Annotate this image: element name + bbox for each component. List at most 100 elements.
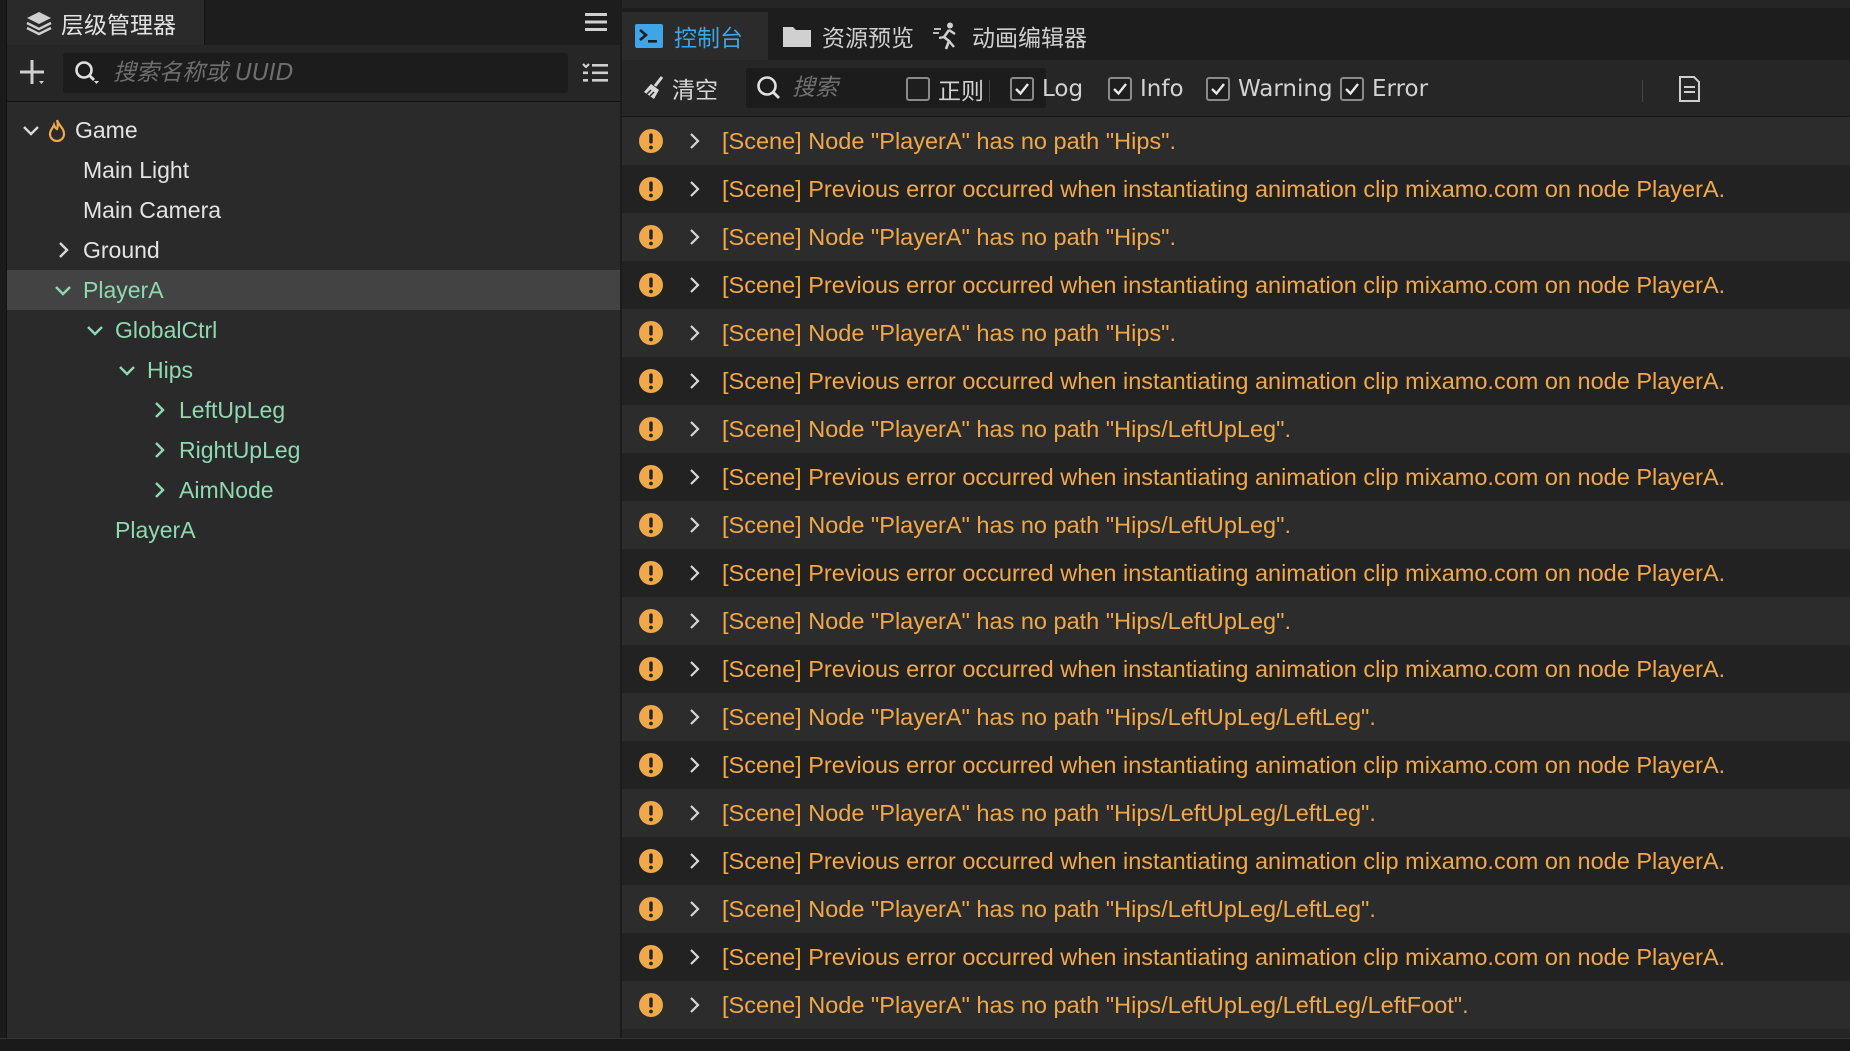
chevron-right-icon[interactable] xyxy=(684,707,704,727)
tree-node-label: Main Light xyxy=(83,156,190,183)
chevron-right-icon[interactable] xyxy=(684,227,704,247)
checkmark-icon xyxy=(1010,77,1034,101)
warning-icon xyxy=(639,657,663,681)
hierarchy-search-input[interactable] xyxy=(111,59,555,87)
tree-node-label: PlayerA xyxy=(83,276,164,303)
tree-node[interactable]: RightUpLeg xyxy=(7,430,620,470)
chevron-down-icon[interactable] xyxy=(85,320,105,340)
tree-node[interactable]: Ground xyxy=(7,230,620,270)
log-row[interactable]: [Scene] Node "PlayerA" has no path "Hips… xyxy=(622,789,1850,837)
chevron-right-icon[interactable] xyxy=(684,755,704,775)
tree-node[interactable]: Game xyxy=(7,110,620,150)
log-row[interactable]: [Scene] Node "PlayerA" has no path "Hips… xyxy=(622,117,1850,165)
chevron-down-icon[interactable] xyxy=(53,280,73,300)
console-log-list: [Scene] Node "PlayerA" has no path "Hips… xyxy=(622,117,1850,1029)
warning-icon xyxy=(639,465,663,489)
chevron-right-icon[interactable] xyxy=(684,995,704,1015)
chevron-right-icon[interactable] xyxy=(684,659,704,679)
chevron-right-icon[interactable] xyxy=(684,803,704,823)
log-row[interactable]: [Scene] Node "PlayerA" has no path "Hips… xyxy=(622,405,1850,453)
document-icon[interactable] xyxy=(1674,74,1704,104)
chevron-right-icon[interactable] xyxy=(684,851,704,871)
log-row[interactable]: [Scene] Node "PlayerA" has no path "Hips… xyxy=(622,501,1850,549)
filter-log-checkbox[interactable]: Log xyxy=(1010,74,1083,104)
hierarchy-toolbar xyxy=(7,45,620,102)
tree-list-icon[interactable] xyxy=(580,58,610,88)
filter-info-checkbox[interactable]: Info xyxy=(1108,74,1184,104)
log-row[interactable]: [Scene] Node "PlayerA" has no path "Hips… xyxy=(622,981,1850,1029)
log-row[interactable]: [Scene] Previous error occurred when ins… xyxy=(622,261,1850,309)
filter-error-checkbox[interactable]: Error xyxy=(1340,74,1428,104)
log-row[interactable]: [Scene] Previous error occurred when ins… xyxy=(622,741,1850,789)
chevron-down-icon[interactable] xyxy=(117,360,137,380)
log-message: [Scene] Node "PlayerA" has no path "Hips… xyxy=(722,223,1177,250)
chevron-right-icon[interactable] xyxy=(684,899,704,919)
tree-node[interactable]: Hips xyxy=(7,350,620,390)
console-panel: 控制台 资源预览 动画编辑器 清空 正则 xyxy=(622,0,1850,1038)
log-message: [Scene] Previous error occurred when ins… xyxy=(722,367,1726,394)
log-row[interactable]: [Scene] Previous error occurred when ins… xyxy=(622,933,1850,981)
chevron-right-icon[interactable] xyxy=(684,371,704,391)
chevron-down-icon[interactable] xyxy=(21,120,41,140)
console-search-box xyxy=(746,68,1046,108)
chevron-right-icon[interactable] xyxy=(53,240,73,260)
log-row[interactable]: [Scene] Node "PlayerA" has no path "Hips… xyxy=(622,885,1850,933)
log-row[interactable]: [Scene] Previous error occurred when ins… xyxy=(622,549,1850,597)
chevron-right-icon[interactable] xyxy=(149,440,169,460)
warning-icon xyxy=(639,753,663,777)
tab-animation-editor[interactable]: 动画编辑器 xyxy=(920,12,1090,60)
warning-icon xyxy=(639,561,663,585)
log-row[interactable]: [Scene] Previous error occurred when ins… xyxy=(622,357,1850,405)
chevron-right-icon[interactable] xyxy=(149,480,169,500)
warning-icon xyxy=(639,849,663,873)
hierarchy-tab-bar: 层级管理器 xyxy=(7,0,620,45)
log-message: [Scene] Node "PlayerA" has no path "Hips… xyxy=(722,415,1291,442)
log-row[interactable]: [Scene] Node "PlayerA" has no path "Hips… xyxy=(622,213,1850,261)
log-message: [Scene] Node "PlayerA" has no path "Hips… xyxy=(722,895,1376,922)
tree-node[interactable]: PlayerA xyxy=(7,510,620,550)
chevron-right-icon[interactable] xyxy=(684,179,704,199)
log-row[interactable]: [Scene] Previous error occurred when ins… xyxy=(622,837,1850,885)
chevron-right-icon[interactable] xyxy=(684,947,704,967)
chevron-right-icon[interactable] xyxy=(149,400,169,420)
chevron-right-icon[interactable] xyxy=(684,419,704,439)
filter-error-label: Error xyxy=(1372,76,1429,102)
tree-node[interactable]: PlayerA xyxy=(7,270,620,310)
tree-node[interactable]: Main Camera xyxy=(7,190,620,230)
tab-asset-preview-label: 资源预览 xyxy=(822,26,914,52)
tree-node[interactable]: AimNode xyxy=(7,470,620,510)
log-row[interactable]: [Scene] Previous error occurred when ins… xyxy=(622,165,1850,213)
tree-node[interactable]: LeftUpLeg xyxy=(7,390,620,430)
filter-regex-checkbox[interactable]: 正则 xyxy=(906,74,984,105)
tab-asset-preview[interactable]: 资源预览 xyxy=(770,12,918,60)
log-row[interactable]: [Scene] Node "PlayerA" has no path "Hips… xyxy=(622,309,1850,357)
chevron-right-icon[interactable] xyxy=(684,515,704,535)
log-row[interactable]: [Scene] Previous error occurred when ins… xyxy=(622,453,1850,501)
bottom-scrollbar[interactable] xyxy=(0,1038,1850,1051)
log-row[interactable]: [Scene] Node "PlayerA" has no path "Hips… xyxy=(622,597,1850,645)
clear-button[interactable]: 清空 xyxy=(642,72,718,104)
chevron-right-icon[interactable] xyxy=(684,323,704,343)
log-message: [Scene] Previous error occurred when ins… xyxy=(722,847,1726,874)
log-message: [Scene] Previous error occurred when ins… xyxy=(722,271,1726,298)
checkmark-icon xyxy=(1108,77,1132,101)
chevron-right-icon[interactable] xyxy=(684,467,704,487)
checkmark-icon xyxy=(1206,77,1230,101)
log-row[interactable]: [Scene] Previous error occurred when ins… xyxy=(622,645,1850,693)
log-message: [Scene] Node "PlayerA" has no path "Hips… xyxy=(722,127,1177,154)
log-row[interactable]: [Scene] Node "PlayerA" has no path "Hips… xyxy=(622,693,1850,741)
hierarchy-title: 层级管理器 xyxy=(61,12,176,39)
tree-node[interactable]: GlobalCtrl xyxy=(7,310,620,350)
chevron-right-icon[interactable] xyxy=(684,563,704,583)
filter-warning-checkbox[interactable]: Warning xyxy=(1206,74,1333,104)
tab-hierarchy[interactable]: 层级管理器 xyxy=(7,0,205,45)
hamburger-menu-icon[interactable] xyxy=(582,8,610,36)
tab-console[interactable]: 控制台 xyxy=(622,12,768,60)
tree-node-label: Ground xyxy=(83,236,160,263)
chevron-right-icon[interactable] xyxy=(684,275,704,295)
add-node-button[interactable] xyxy=(17,57,47,87)
chevron-right-icon[interactable] xyxy=(684,131,704,151)
tab-console-label: 控制台 xyxy=(674,26,743,52)
chevron-right-icon[interactable] xyxy=(684,611,704,631)
tree-node[interactable]: Main Light xyxy=(7,150,620,190)
